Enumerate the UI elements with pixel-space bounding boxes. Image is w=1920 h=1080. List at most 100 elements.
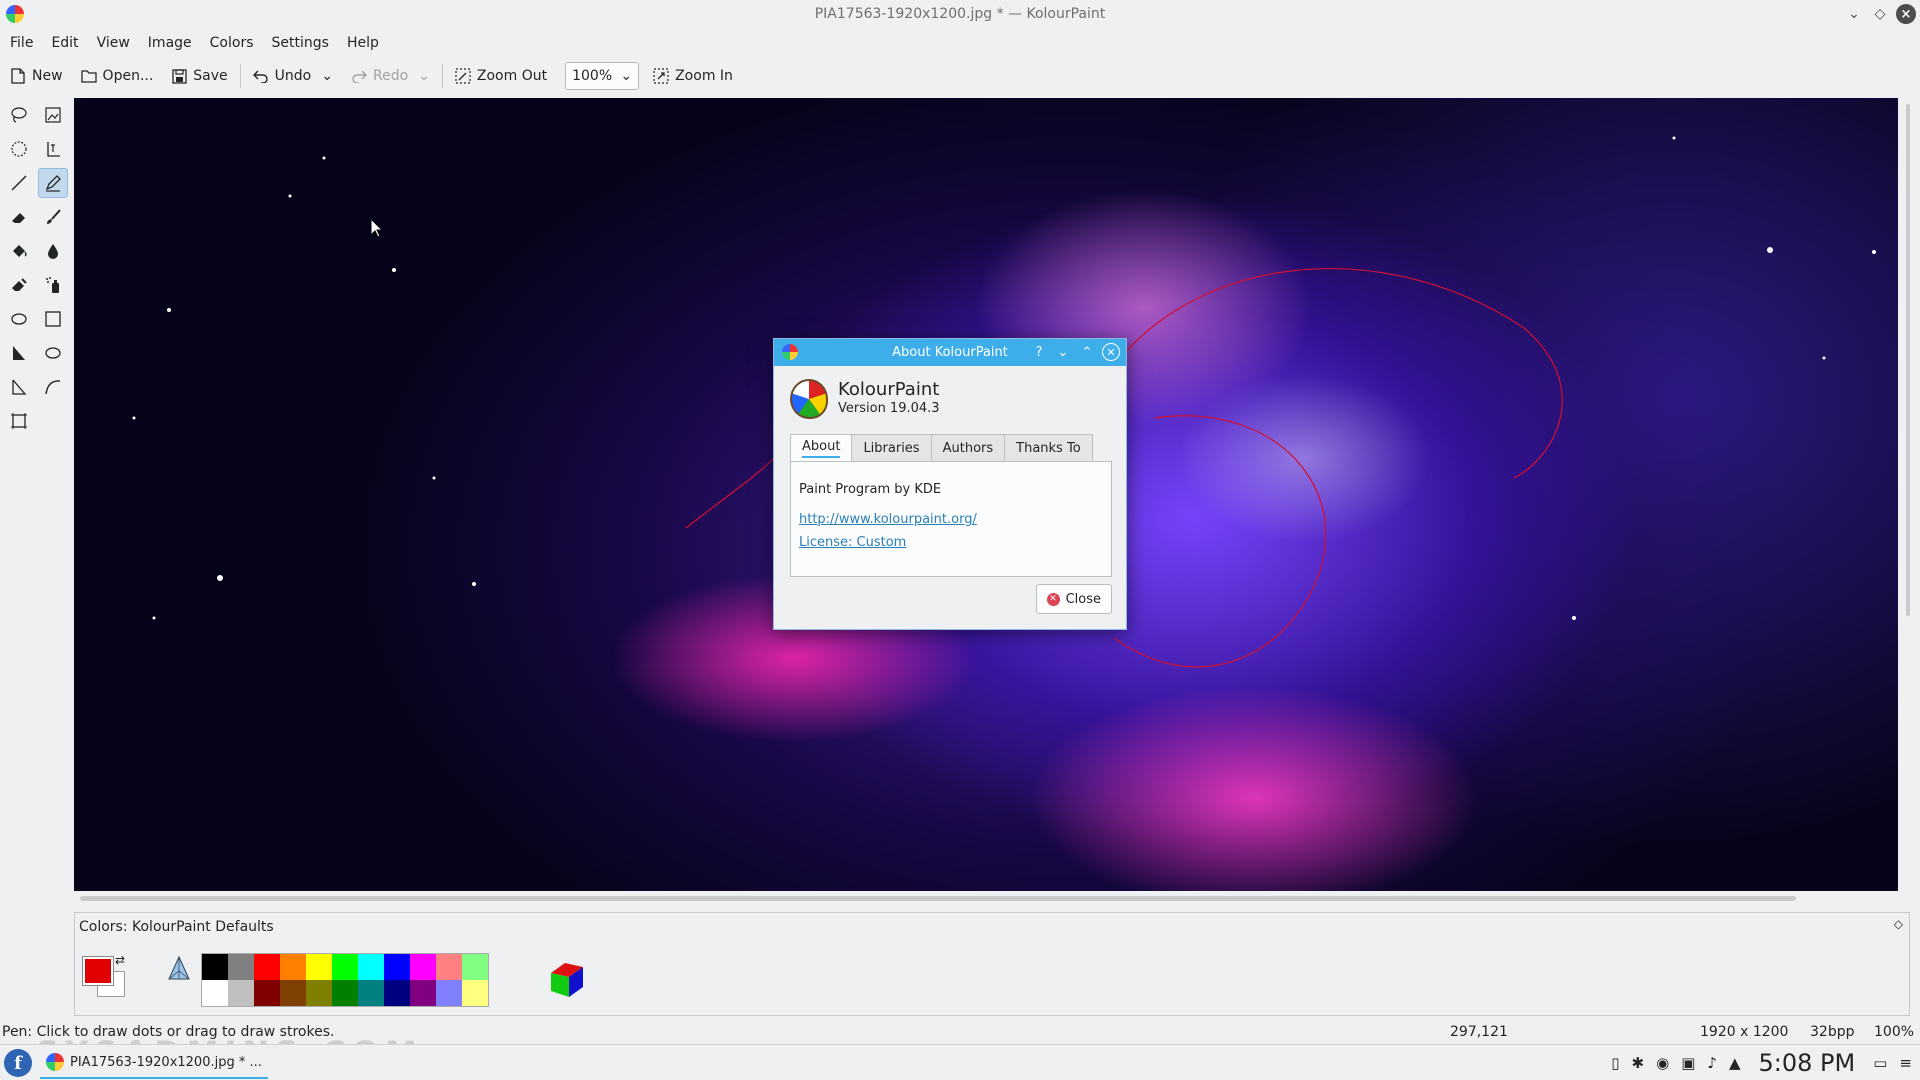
undo-button[interactable]: Undo: [252, 68, 312, 84]
palette-swatch[interactable]: [228, 954, 254, 980]
ellipse-select-icon[interactable]: [4, 134, 34, 164]
help-icon[interactable]: ?: [1030, 342, 1048, 362]
zoom-in-button[interactable]: Zoom In: [653, 68, 733, 84]
menu-edit[interactable]: Edit: [51, 35, 78, 51]
line-icon[interactable]: [4, 168, 34, 198]
bluetooth-icon[interactable]: ✱: [1632, 1054, 1645, 1072]
fg-bg-color-selector[interactable]: ⇄: [79, 953, 131, 1003]
palette-swatch[interactable]: [358, 954, 384, 980]
text-cursor-icon[interactable]: [38, 134, 68, 164]
palette-swatch[interactable]: [228, 980, 254, 1006]
pen-icon[interactable]: [38, 168, 68, 198]
palette-swatch[interactable]: [462, 954, 488, 980]
zoom-out-button[interactable]: Zoom Out: [455, 68, 547, 84]
color-cube-icon[interactable]: [547, 959, 587, 999]
undo-label: Undo: [274, 68, 312, 84]
palette-swatch[interactable]: [436, 954, 462, 980]
menu-settings[interactable]: Settings: [272, 35, 329, 51]
palette-swatch[interactable]: [254, 980, 280, 1006]
updates-icon[interactable]: ◉: [1656, 1054, 1669, 1072]
menu-colors[interactable]: Colors: [210, 35, 254, 51]
tab-authors[interactable]: Authors: [930, 434, 1006, 462]
license-link[interactable]: License: Custom: [799, 535, 906, 550]
zoom-rect-icon[interactable]: [4, 406, 34, 436]
palette-swatch[interactable]: [280, 954, 306, 980]
clipboard-icon[interactable]: ▯: [1611, 1054, 1619, 1072]
folder-icon: [80, 68, 97, 84]
menu-file[interactable]: File: [10, 35, 33, 51]
palette-swatch[interactable]: [332, 980, 358, 1006]
taskbar-task-kolourpaint[interactable]: PIA17563-1920x1200.jpg * ...: [40, 1047, 268, 1079]
panel-settings-icon[interactable]: ≡: [1899, 1054, 1912, 1072]
color-similarity-icon[interactable]: [167, 955, 191, 983]
network-icon[interactable]: ▣: [1681, 1054, 1695, 1072]
redo-dropdown-icon[interactable]: ⌄: [418, 68, 430, 84]
maximize-icon[interactable]: ⌃: [1078, 342, 1096, 362]
lasso-icon[interactable]: [4, 100, 34, 130]
redo-button[interactable]: Redo: [351, 68, 408, 84]
close-window-icon[interactable]: ×: [1896, 4, 1916, 24]
curve-icon[interactable]: [38, 372, 68, 402]
palette-swatch[interactable]: [358, 980, 384, 1006]
rectangle-icon[interactable]: [38, 304, 68, 334]
minimize-icon[interactable]: ⌄: [1844, 4, 1864, 24]
palette-swatch[interactable]: [202, 954, 228, 980]
about-dialog: About KolourPaint ? ⌄ ⌃ ✕ KolourPaint Ve…: [773, 338, 1127, 630]
tab-thanks-to[interactable]: Thanks To: [1004, 434, 1093, 462]
expand-tray-icon[interactable]: ▲: [1729, 1054, 1741, 1072]
zoom-select[interactable]: 100% ⌄: [565, 62, 640, 90]
vertical-scrollbar[interactable]: [1906, 104, 1910, 616]
palette-swatch[interactable]: [332, 954, 358, 980]
brush-icon[interactable]: [38, 202, 68, 232]
open-label: Open...: [102, 68, 154, 84]
kolourpaint-app-icon[interactable]: [6, 5, 24, 23]
close-icon[interactable]: ✕: [1102, 343, 1120, 361]
panel-float-icon[interactable]: ◇: [1894, 917, 1903, 931]
polygon-icon[interactable]: [4, 338, 34, 368]
palette-swatch[interactable]: [436, 980, 462, 1006]
palette-swatch[interactable]: [254, 954, 280, 980]
color-eraser-icon[interactable]: [4, 270, 34, 300]
spraycan-icon[interactable]: [38, 270, 68, 300]
horizontal-scrollbar[interactable]: [80, 896, 1796, 901]
select-image-icon[interactable]: [38, 100, 68, 130]
bucket-icon[interactable]: [4, 236, 34, 266]
palette-swatch[interactable]: [306, 980, 332, 1006]
about-tab-content: Paint Program by KDE http://www.kolourpa…: [790, 461, 1112, 577]
ellipse-outline-icon[interactable]: [38, 338, 68, 368]
maximize-icon[interactable]: ◇: [1870, 4, 1890, 24]
palette-swatch[interactable]: [280, 980, 306, 1006]
tab-about[interactable]: About: [790, 434, 853, 462]
application-launcher-icon[interactable]: f: [4, 1049, 32, 1077]
menu-image[interactable]: Image: [148, 35, 192, 51]
dropper-icon[interactable]: [38, 236, 68, 266]
palette-swatch[interactable]: [410, 954, 436, 980]
volume-icon[interactable]: ♪: [1707, 1054, 1717, 1072]
minimize-icon[interactable]: ⌄: [1054, 342, 1072, 362]
menu-help[interactable]: Help: [347, 35, 379, 51]
clock[interactable]: 5:08 PM: [1759, 1049, 1856, 1077]
palette-swatch[interactable]: [202, 980, 228, 1006]
tab-libraries[interactable]: Libraries: [851, 434, 932, 462]
palette-swatch[interactable]: [462, 980, 488, 1006]
undo-dropdown-icon[interactable]: ⌄: [321, 68, 333, 84]
save-button[interactable]: Save: [171, 68, 228, 84]
swap-colors-icon[interactable]: ⇄: [115, 953, 125, 967]
menu-bar: File Edit View Image Colors Settings Hel…: [0, 30, 397, 56]
foreground-color-swatch[interactable]: [82, 956, 114, 986]
ellipse-icon[interactable]: [4, 304, 34, 334]
homepage-link[interactable]: http://www.kolourpaint.org/: [799, 512, 977, 527]
open-button[interactable]: Open...: [80, 68, 154, 84]
drawn-stroke: [1097, 268, 1563, 479]
menu-view[interactable]: View: [97, 35, 130, 51]
palette-swatch[interactable]: [384, 980, 410, 1006]
new-button[interactable]: New: [10, 68, 63, 84]
palette-swatch[interactable]: [384, 954, 410, 980]
palette-swatch[interactable]: [306, 954, 332, 980]
polyline-icon[interactable]: [4, 372, 34, 402]
show-desktop-icon[interactable]: ▭: [1873, 1054, 1887, 1072]
palette-swatch[interactable]: [410, 980, 436, 1006]
close-button[interactable]: ✕ Close: [1035, 584, 1112, 614]
undo-icon: [252, 68, 269, 84]
eraser-icon[interactable]: [4, 202, 34, 232]
